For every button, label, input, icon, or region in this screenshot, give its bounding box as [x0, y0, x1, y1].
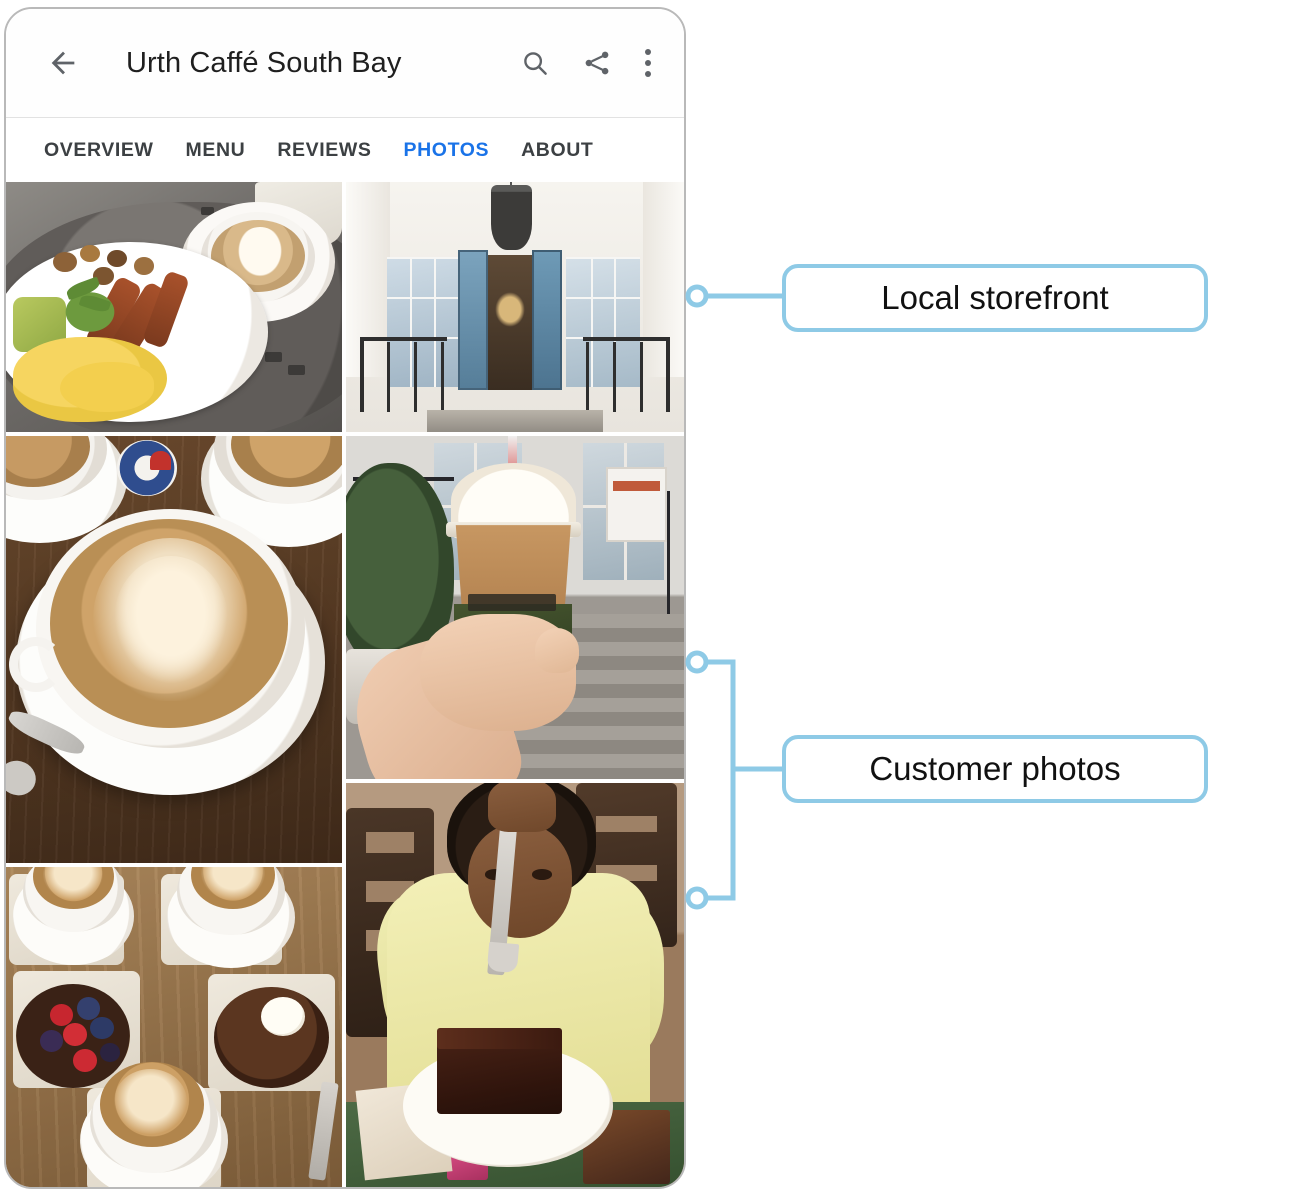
- photo-latte-art[interactable]: [6, 436, 342, 863]
- tab-photos[interactable]: PHOTOS: [388, 139, 506, 162]
- app-bar-actions: [520, 48, 652, 78]
- photo-iced-coffee[interactable]: [346, 436, 684, 779]
- tab-overview[interactable]: OVERVIEW: [28, 139, 170, 162]
- callout-customer-photos: Customer photos: [782, 735, 1208, 803]
- screenshot-root: Urth Caffé South Bay OVERVIEW MENU REVIE…: [0, 0, 1290, 1192]
- tab-bar: OVERVIEW MENU REVIEWS PHOTOS ABOUT: [6, 118, 684, 182]
- overflow-menu-icon[interactable]: [644, 48, 652, 78]
- app-bar: Urth Caffé South Bay: [6, 9, 684, 117]
- kebab-dot: [645, 71, 651, 77]
- photo-column-left: [6, 182, 342, 1187]
- phone-frame: Urth Caffé South Bay OVERVIEW MENU REVIE…: [4, 7, 686, 1189]
- share-icon[interactable]: [582, 48, 612, 78]
- kebab-dot: [645, 60, 651, 66]
- page-title: Urth Caffé South Bay: [126, 46, 402, 79]
- back-arrow-icon[interactable]: [46, 46, 80, 80]
- tab-menu[interactable]: MENU: [170, 139, 262, 162]
- photo-grid: [6, 182, 684, 1187]
- photo-child-with-cake[interactable]: [346, 783, 684, 1187]
- callout-customer-photos-label: Customer photos: [869, 750, 1121, 787]
- photo-column-right: [346, 182, 684, 1187]
- search-icon[interactable]: [520, 48, 550, 78]
- callout-local-storefront-label: Local storefront: [881, 279, 1109, 316]
- photo-storefront[interactable]: [346, 182, 684, 432]
- tab-reviews[interactable]: REVIEWS: [261, 139, 387, 162]
- callout-local-storefront: Local storefront: [782, 264, 1208, 332]
- photo-desserts-and-lattes[interactable]: [6, 867, 342, 1187]
- kebab-dot: [645, 49, 651, 55]
- photo-brunch-plate[interactable]: [6, 182, 342, 432]
- tab-about[interactable]: ABOUT: [505, 139, 609, 162]
